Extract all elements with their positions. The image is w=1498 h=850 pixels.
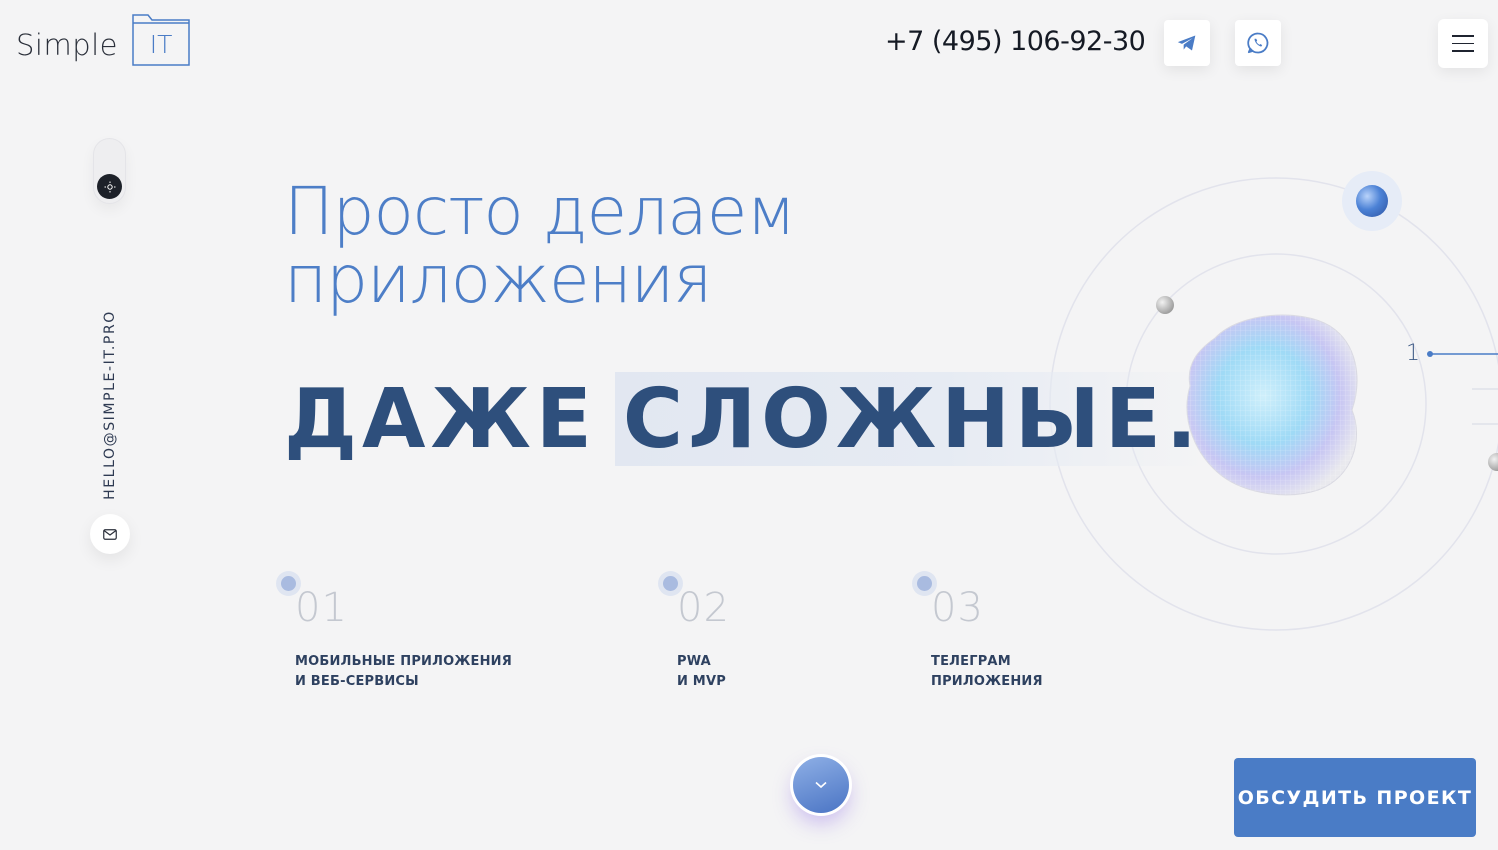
email-link[interactable]: HELLO@SIMPLE-IT.PRO — [102, 310, 118, 500]
hero-title-line1: Просто делаем — [284, 173, 796, 250]
service-label: ТЕЛЕГРАМ ПРИЛОЖЕНИЯ — [931, 654, 1043, 689]
hero-tagline: ДАЖЕ СЛОЖНЫЕ. — [284, 371, 1209, 467]
phone-link[interactable]: +7 (495) 106-92-30 — [885, 26, 1146, 57]
discuss-project-button[interactable]: ОБСУДИТЬ ПРОЕКТ — [1234, 758, 1476, 837]
hero-tagline-highlight: СЛОЖНЫЕ. — [614, 371, 1209, 467]
sun-icon — [104, 181, 115, 192]
service-number: 02 — [677, 585, 730, 631]
service-number: 03 — [931, 585, 984, 631]
hamburger-icon — [1452, 35, 1474, 37]
mesh-blob — [1186, 314, 1358, 496]
theme-toggle[interactable] — [93, 138, 126, 204]
mail-button[interactable] — [90, 514, 130, 554]
service-label: PWA И MVP — [677, 654, 726, 689]
hero-tagline-dot: . — [1165, 371, 1203, 467]
service-bullet — [912, 571, 937, 596]
service-bullet — [658, 571, 683, 596]
whatsapp-button[interactable] — [1235, 20, 1281, 66]
logo[interactable]: Simple IT — [16, 14, 190, 66]
service-item: 02 PWA И MVP — [658, 568, 730, 692]
hero-title-line2: приложения — [284, 241, 712, 318]
slide-number: 1 — [1406, 341, 1420, 366]
service-bullet — [276, 571, 301, 596]
telegram-icon — [1177, 35, 1196, 51]
hero-tagline-word1: ДАЖЕ — [284, 371, 597, 467]
logo-box-text: IT — [149, 30, 173, 59]
chevron-down-icon — [815, 781, 827, 789]
logo-word: Simple — [16, 28, 119, 62]
telegram-button[interactable] — [1164, 20, 1210, 66]
envelope-icon — [103, 528, 117, 540]
service-number: 01 — [295, 585, 348, 631]
service-label: МОБИЛЬНЫЕ ПРИЛОЖЕНИЯ И ВЕБ-СЕРВИСЫ — [295, 654, 512, 689]
hero-title: Просто делаем приложения — [284, 173, 796, 318]
whatsapp-icon — [1247, 32, 1269, 54]
scroll-down-button[interactable] — [793, 757, 849, 813]
menu-button[interactable] — [1438, 19, 1488, 68]
service-item: 01 МОБИЛЬНЫЕ ПРИЛОЖЕНИЯ И ВЕБ-СЕРВИСЫ — [276, 568, 512, 692]
logo-folder-icon: IT — [132, 14, 190, 66]
service-item: 03 ТЕЛЕГРАМ ПРИЛОЖЕНИЯ — [912, 568, 1043, 692]
theme-knob — [97, 174, 122, 199]
hero-tagline-word2: СЛОЖНЫЕ — [622, 371, 1166, 467]
